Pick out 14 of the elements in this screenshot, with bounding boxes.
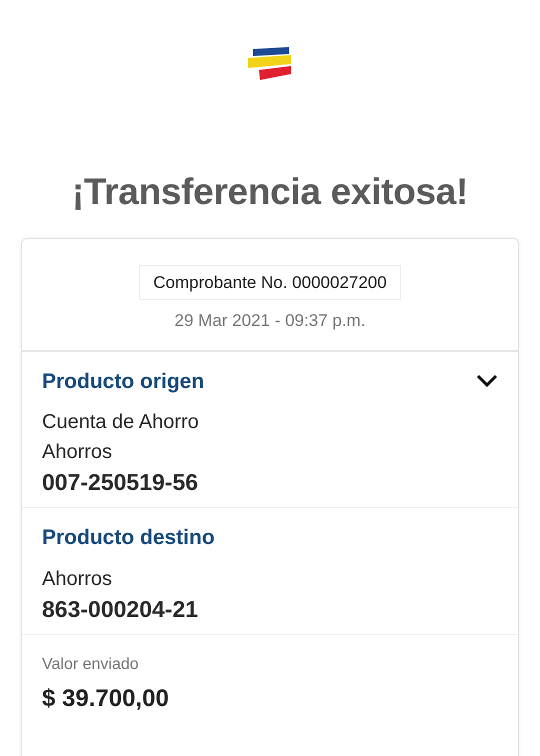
section-heading: Producto origen [42,368,204,394]
page-title: ¡Transferencia exitosa! [70,170,470,214]
amount-label: Valor enviado [42,654,140,674]
amount-value: $ 39.700,00 [42,684,170,714]
account-number: 007-250519-56 [42,468,200,497]
logo-icon [247,46,293,82]
account-type: Cuenta de Ahorro [42,410,200,435]
receipt-date: 29 Mar 2021 - 09:37 p.m. [174,310,366,332]
account-type: Ahorros [42,566,114,592]
account-number: 863-000204-21 [42,594,200,624]
receipt-number: Comprobante No. 0000027200 [139,264,401,300]
chevron-down-icon[interactable] [476,374,498,388]
section-heading: Producto destino [42,525,215,551]
account-type: Ahorros [42,440,114,465]
